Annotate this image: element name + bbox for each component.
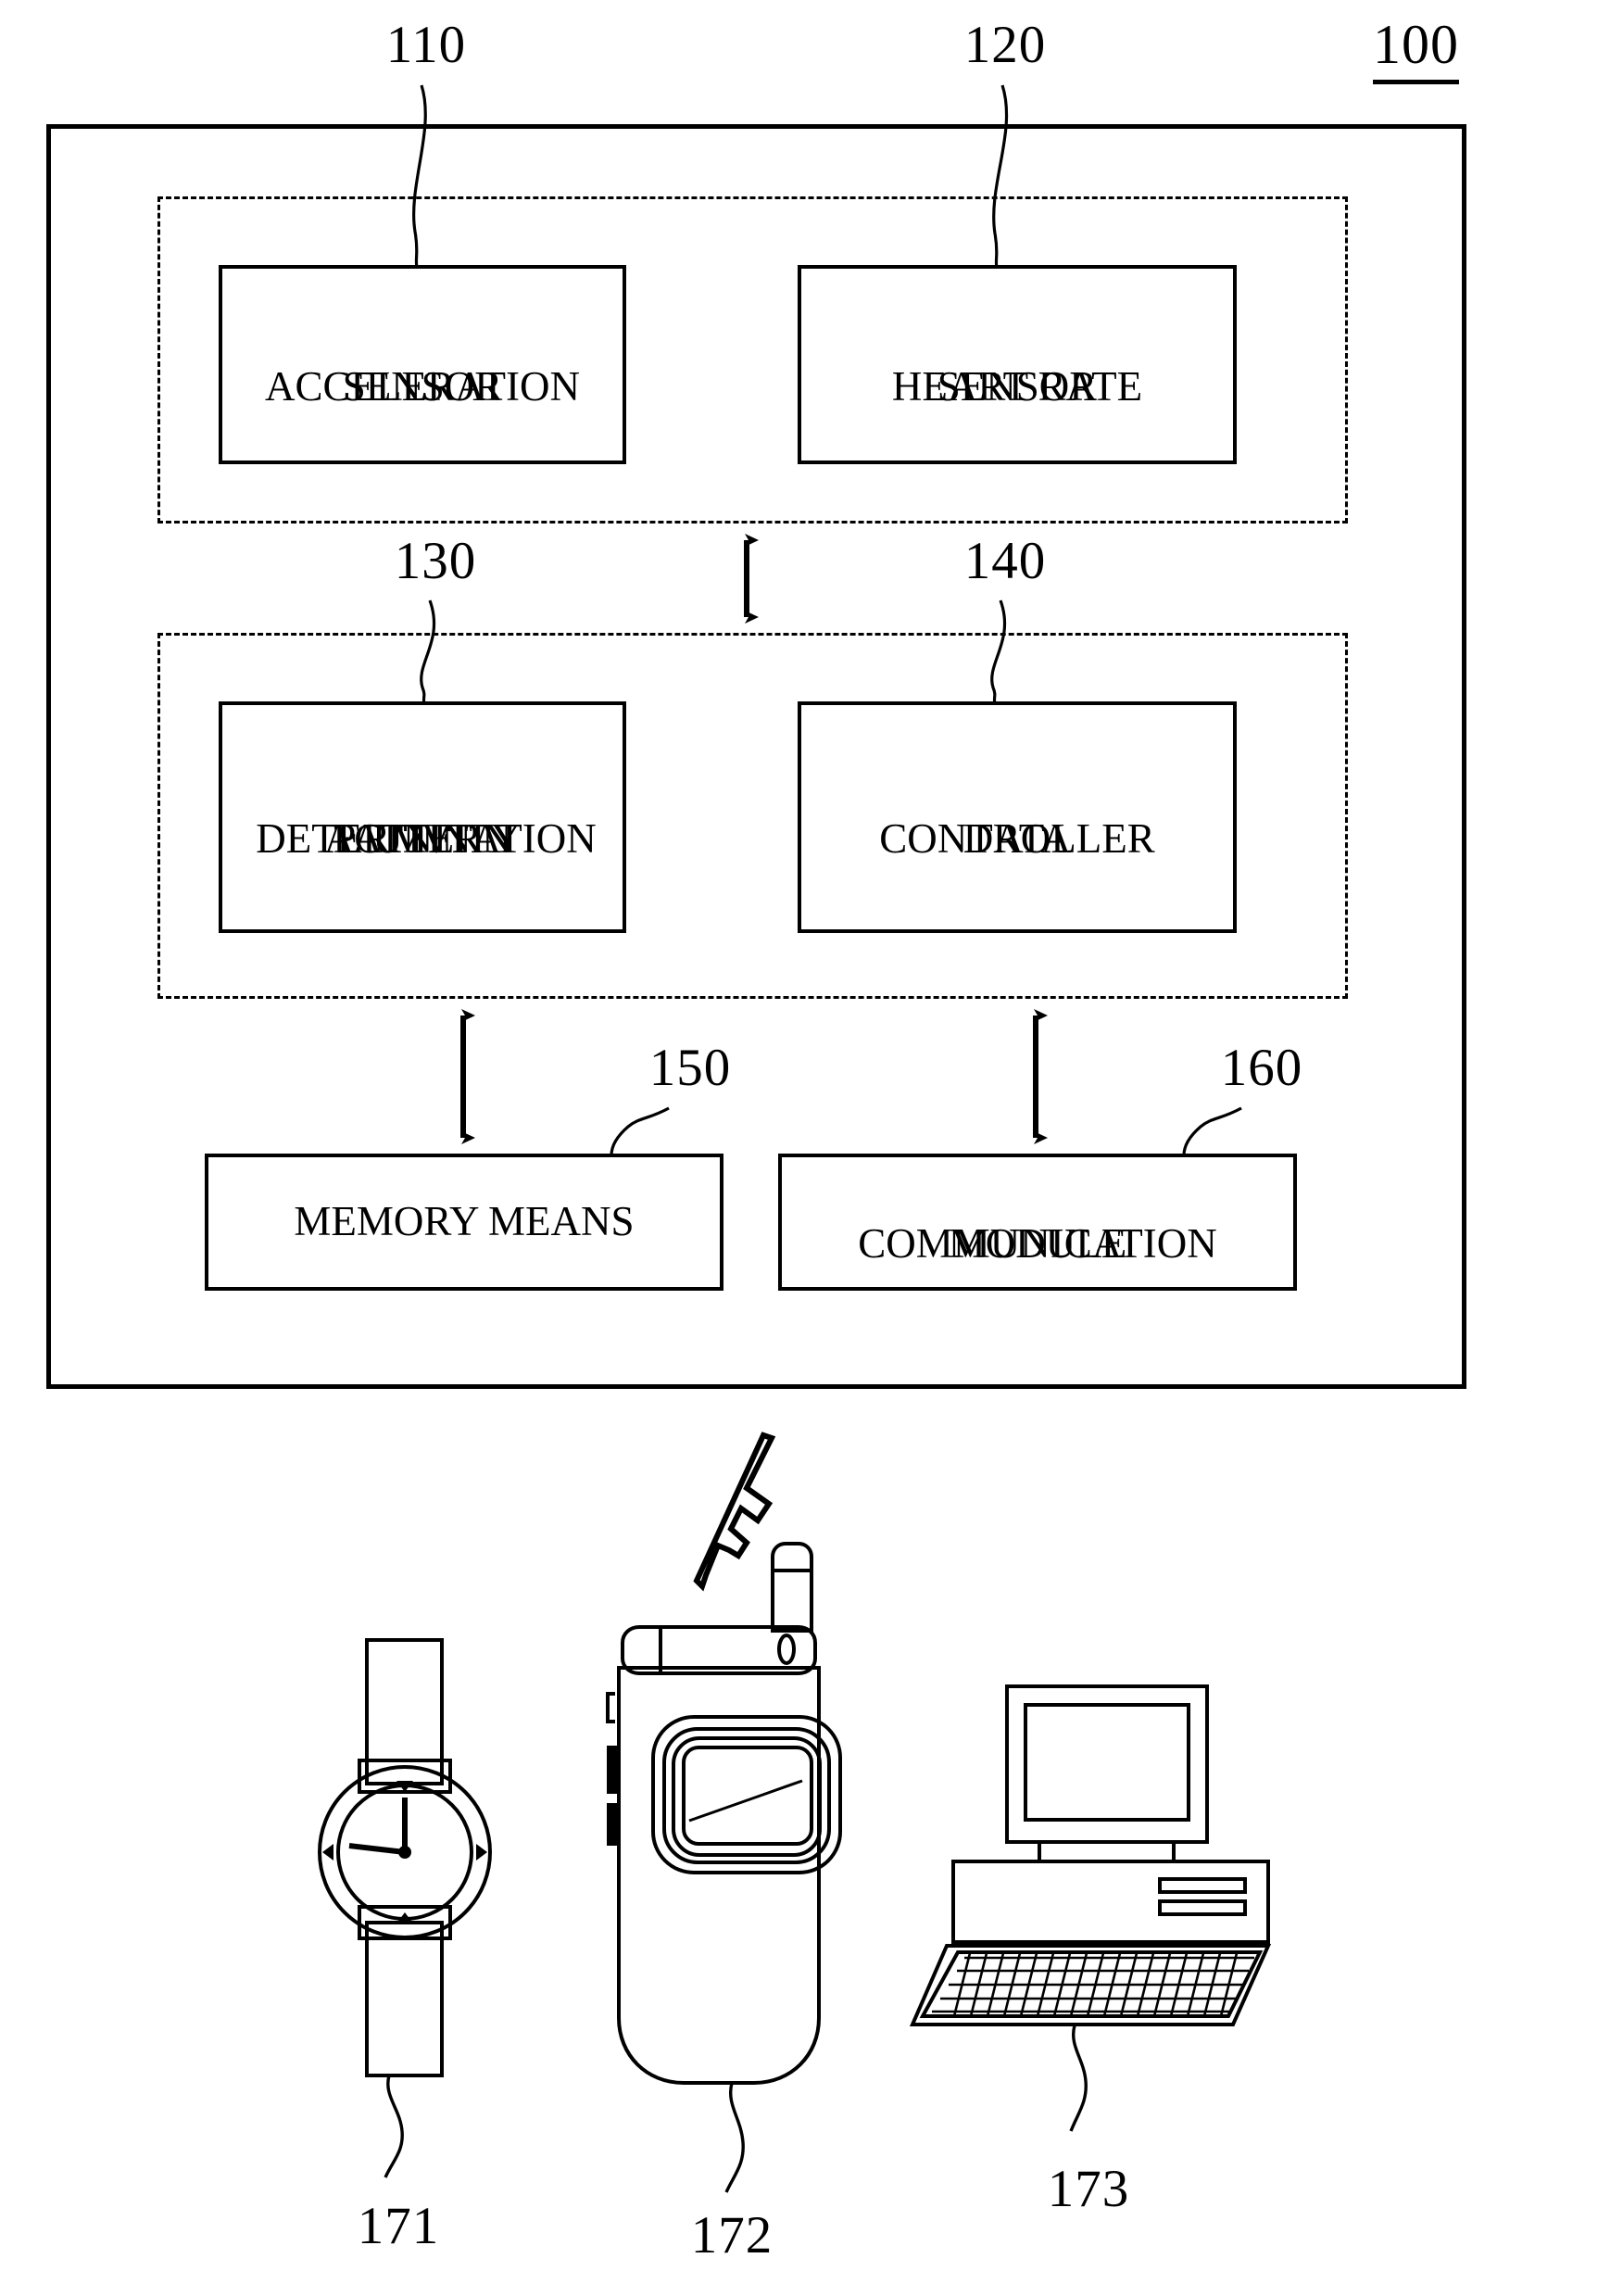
activity-pattern-determination-unit-block: ACTIVITY PATTERN DETERMINATION UNIT	[219, 701, 626, 933]
lightning-bolt-icon	[692, 1434, 771, 1585]
heart-rate-sensor-label-line2: SENSOR	[937, 362, 1098, 410]
ref-number-171: 171	[357, 2197, 440, 2255]
leader-line-171	[384, 2075, 404, 2178]
communication-module-block: COMMUNICATION MODULE	[778, 1154, 1297, 1291]
ref-number-120: 120	[963, 16, 1047, 74]
ref-number-172: 172	[690, 2206, 774, 2264]
ref-number-100: 100	[1373, 13, 1459, 84]
acceleration-sensor-block: ACCELERATION SENSOR	[219, 265, 626, 464]
ref-number-173: 173	[1047, 2160, 1130, 2218]
data-controller-block: DATA CONTROLLER	[798, 701, 1237, 933]
ref-number-110: 110	[385, 16, 467, 74]
leader-line-172	[724, 2082, 745, 2193]
heart-rate-sensor-block: HEART RATE SENSOR	[798, 265, 1237, 464]
memory-means-label: MEMORY MEANS	[294, 1198, 635, 1245]
keyboard-keys	[932, 1952, 1254, 2017]
communication-module-label-line2: MODULE	[948, 1220, 1127, 1267]
mobile-phone-illustration	[606, 1542, 842, 2085]
acceleration-sensor-label-line2: SENSOR	[342, 362, 503, 410]
wrist-watch-illustration	[318, 1638, 492, 2077]
activity-pattern-unit-label-line4: UNIT	[372, 815, 472, 862]
patent-figure: 110 120 100 130 140 150 160 171 172 173 …	[0, 0, 1623, 2296]
data-controller-label-line2: CONTROLLER	[879, 815, 1155, 862]
memory-means-block: MEMORY MEANS	[205, 1154, 723, 1291]
desktop-computer-illustration	[909, 1684, 1272, 2026]
leader-line-173	[1069, 2025, 1088, 2132]
